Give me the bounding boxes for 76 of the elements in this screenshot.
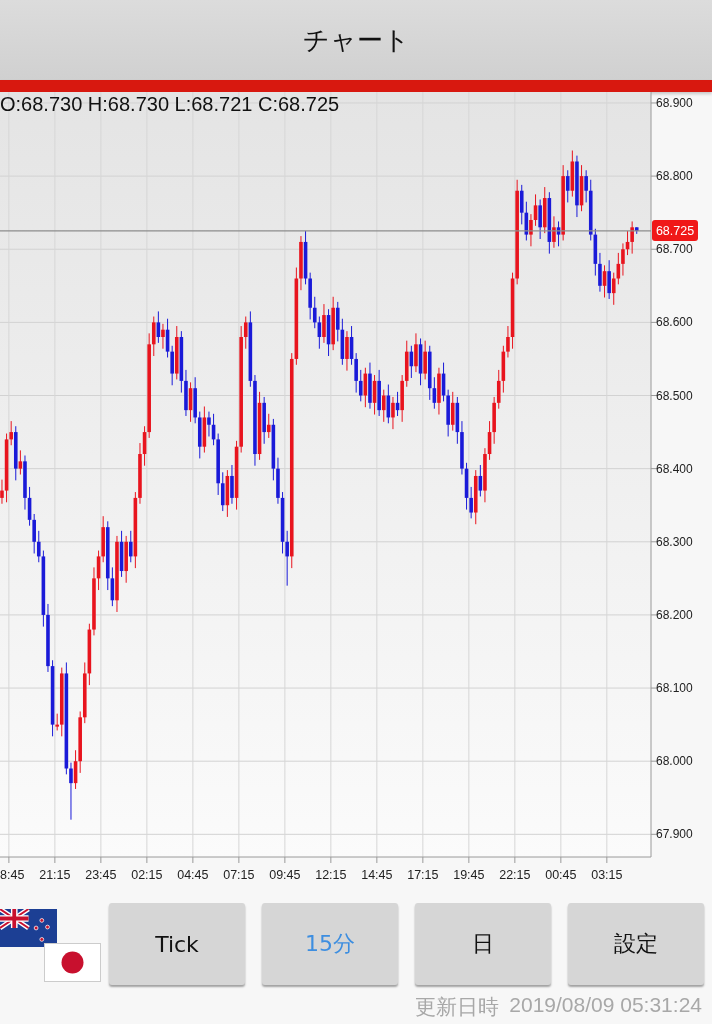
axis-label: 19:45 xyxy=(453,868,485,882)
axis-label: 02:15 xyxy=(131,868,163,882)
candlestick xyxy=(18,449,23,475)
candlestick xyxy=(611,272,616,306)
candlestick xyxy=(161,323,165,350)
axis-label: 17:15 xyxy=(407,868,439,882)
candlestick xyxy=(584,169,588,203)
axis-label: 68.500 xyxy=(656,388,693,403)
candlestick xyxy=(69,762,73,821)
axis-label: 09:45 xyxy=(269,868,301,882)
flag-icon xyxy=(0,909,57,947)
candlestick xyxy=(381,389,386,423)
axis-label: 23:45 xyxy=(85,868,117,882)
candlestick xyxy=(529,213,533,247)
axis-label: 21:15 xyxy=(39,868,71,882)
candlestick xyxy=(322,303,326,344)
candlestick xyxy=(552,215,556,249)
candlestick xyxy=(496,369,501,410)
axis-label: 68.100 xyxy=(656,681,693,696)
axis-label: 68.900 xyxy=(656,95,693,110)
candlestick xyxy=(519,184,524,225)
axis-label: 8:45 xyxy=(0,868,25,882)
candlestick xyxy=(538,199,542,240)
axis-label: 14:45 xyxy=(361,868,393,882)
candlestick xyxy=(391,396,395,430)
candlestick xyxy=(423,340,427,380)
candlestick xyxy=(630,220,634,255)
candlestick xyxy=(170,345,174,386)
candlestick xyxy=(128,530,133,563)
axis-label: 68.400 xyxy=(656,461,693,476)
axis-label: 00:45 xyxy=(545,868,577,882)
interval-button[interactable]: 設定 xyxy=(568,903,704,985)
candlestick xyxy=(312,296,317,329)
axis-label: 68.700 xyxy=(656,242,693,257)
axis-label: 67.900 xyxy=(656,827,693,842)
interval-button[interactable]: 日 xyxy=(415,903,551,985)
candlestick xyxy=(469,486,473,519)
candlestick xyxy=(0,479,4,505)
candlestick xyxy=(358,369,363,402)
candlestick xyxy=(285,530,289,587)
candlestick xyxy=(9,420,13,446)
candlestick xyxy=(36,530,41,563)
axis-label: 68.800 xyxy=(656,169,693,184)
interval-button[interactable]: Tick xyxy=(109,903,245,985)
axis-label: 68.200 xyxy=(656,607,693,622)
axis-label: 07:15 xyxy=(223,868,255,882)
axis-label: 68.300 xyxy=(656,534,693,549)
candlestick xyxy=(506,325,510,358)
axis-label: 04:45 xyxy=(177,868,209,882)
candlestick xyxy=(32,513,36,554)
axis-label: 68.000 xyxy=(656,754,693,769)
axis-label: 68.600 xyxy=(656,315,693,330)
candlestick xyxy=(230,464,234,505)
candlestick xyxy=(450,391,455,432)
axis-label: 03:15 xyxy=(591,868,623,882)
screen-title: チャート xyxy=(302,23,410,57)
candlestick xyxy=(266,413,271,439)
update-time: 2019/08/09 05:31:24 xyxy=(509,993,702,1018)
candlestick xyxy=(607,259,611,300)
flag-icon xyxy=(44,943,101,982)
update-label: 更新日時 xyxy=(415,994,500,1020)
candlestick xyxy=(598,252,602,293)
candlestick xyxy=(243,316,248,350)
candlestick xyxy=(151,316,156,357)
ohlc-readout: O:68.730 H:68.730 L:68.721 C:68.725 xyxy=(0,93,340,115)
candlestick xyxy=(565,169,570,203)
axis-label: 12:15 xyxy=(315,868,347,882)
price-tag: 68.725 xyxy=(652,219,698,241)
candlestick xyxy=(345,330,349,372)
candlestick xyxy=(207,411,211,437)
candlestick xyxy=(414,332,418,373)
candlestick xyxy=(621,242,625,277)
axis-label: 22:15 xyxy=(499,868,531,882)
candlestick xyxy=(220,471,225,512)
candlestick xyxy=(354,352,358,394)
candlestick xyxy=(335,301,340,342)
